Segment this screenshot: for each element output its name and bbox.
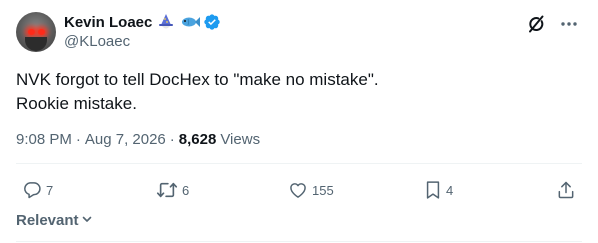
tweet-text-line: NVK forgot to tell DocHex to "make no mi… (16, 70, 379, 89)
sort-replies-dropdown[interactable]: Relevant (16, 212, 93, 229)
grok-icon[interactable] (526, 14, 546, 39)
tweet-time[interactable]: 9:08 PM (16, 131, 72, 148)
bookmark-icon (424, 180, 442, 200)
tweet-text-line: Rookie mistake. (16, 94, 137, 113)
meta-separator: · (169, 131, 175, 148)
more-icon[interactable] (560, 15, 578, 38)
bookmark-count: 4 (446, 182, 454, 198)
author-handle[interactable]: @KLoaec (64, 33, 130, 50)
like-button[interactable]: 155 (288, 180, 334, 200)
bookmark-button[interactable]: 4 (424, 180, 453, 200)
share-icon (556, 180, 576, 200)
retweet-icon (156, 180, 178, 200)
avatar[interactable] (16, 12, 56, 52)
like-count: 155 (312, 182, 334, 198)
retweet-count: 6 (182, 182, 190, 198)
views-label: Views (220, 131, 261, 148)
author-name-row: Kevin Loaec (64, 12, 221, 32)
retweet-button[interactable]: 6 (156, 180, 189, 200)
wizard-icon (156, 13, 176, 31)
reply-count: 7 (46, 182, 54, 198)
divider (16, 163, 582, 164)
views-count: 8,628 (178, 131, 217, 148)
chevron-down-icon (79, 212, 93, 229)
tweet-date[interactable]: Aug 7, 2026 (85, 131, 166, 148)
author-display-name[interactable]: Kevin Loaec (64, 14, 152, 31)
fish-icon (180, 14, 201, 30)
avatar-right-eye (38, 29, 45, 35)
top-actions (526, 14, 578, 39)
action-bar: 7 6 155 4 (16, 176, 582, 204)
avatar-left-eye (28, 29, 35, 35)
tweet-meta: 9:08 PM · Aug 7, 2026 · 8,628 Views (16, 131, 260, 148)
verified-badge-icon[interactable] (203, 13, 221, 31)
meta-separator: · (75, 131, 81, 148)
divider (16, 241, 582, 242)
reply-icon (22, 180, 42, 200)
reply-button[interactable]: 7 (22, 180, 53, 200)
tweet-text: NVK forgot to tell DocHex to "make no mi… (16, 68, 379, 116)
heart-icon (288, 180, 308, 200)
share-button[interactable] (556, 180, 576, 200)
sort-label: Relevant (16, 212, 79, 229)
avatar-beard (25, 37, 47, 51)
